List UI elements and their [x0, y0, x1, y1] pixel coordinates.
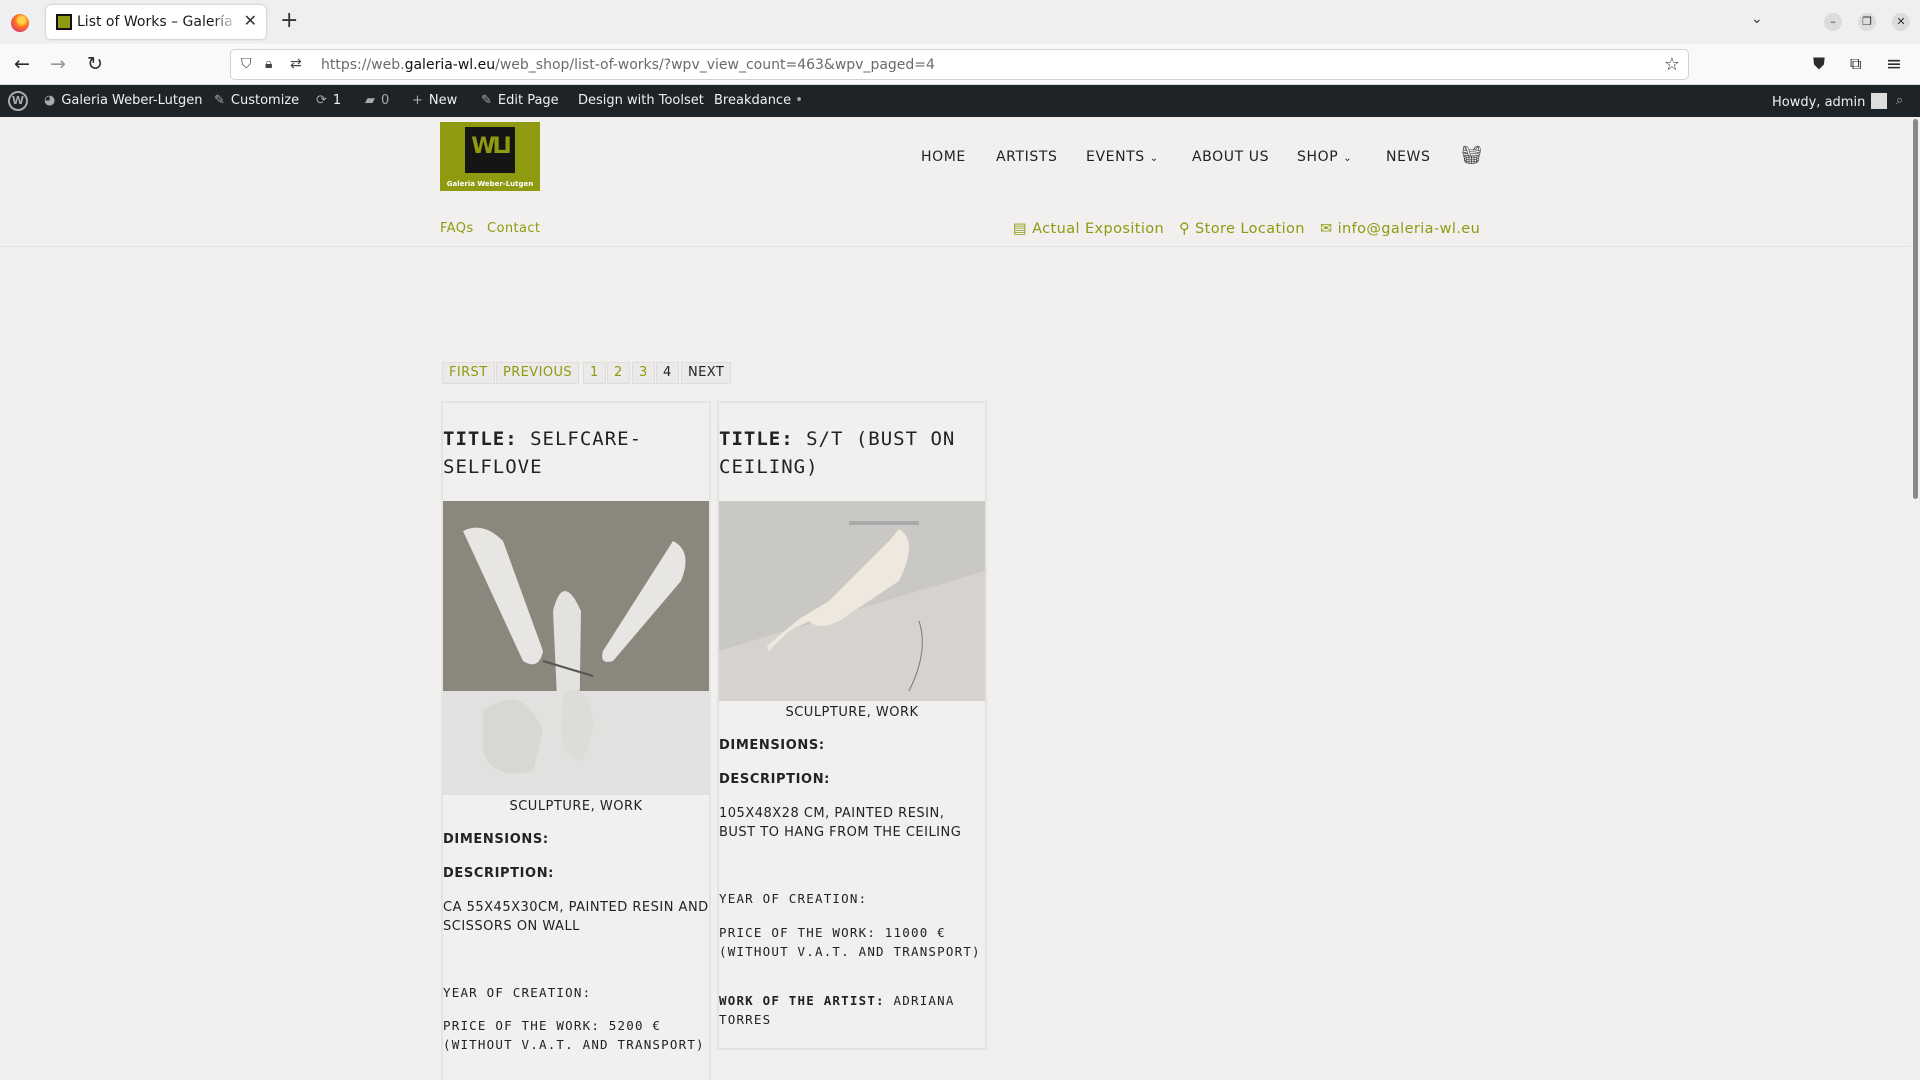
subnav-contact[interactable]: Contact	[487, 221, 540, 236]
restore-icon[interactable]: ❐	[1858, 13, 1876, 31]
work-description: CA 55X45X30CM, PAINTED RESIN AND SCISSOR…	[443, 900, 709, 934]
list-tabs-chevron-icon[interactable]: ⌄	[1751, 11, 1763, 27]
admin-edit-page-link[interactable]: ✎ Edit Page	[481, 93, 559, 108]
comment-icon: ▰	[365, 93, 375, 108]
favicon-icon	[56, 14, 72, 30]
wp-admin-bar: W ◕ Galeria Weber-Lutgen ✎ Customize ⟳ 1 ▰ 0…	[0, 85, 1920, 117]
search-icon[interactable]: ⌕	[1896, 93, 1903, 108]
subnav-actual-exposition[interactable]: ▤ Actual Exposition	[1013, 221, 1164, 237]
nav-events[interactable]: EVENTS ⌄	[1086, 149, 1159, 165]
nav-about-us[interactable]: ABOUT US	[1192, 149, 1269, 165]
work-price: PRICE OF THE WORK: 11000 € (WITHOUT V.A.…	[719, 925, 981, 959]
page-2[interactable]: 2	[607, 362, 630, 384]
work-category: SCULPTURE, WORK	[509, 799, 643, 814]
menu-icon[interactable]: ≡	[1886, 52, 1902, 76]
work-image[interactable]	[443, 501, 709, 795]
admin-site-link[interactable]: ◕ Galeria Weber-Lutgen	[44, 93, 202, 108]
work-price: PRICE OF THE WORK: 5200 € (WITHOUT V.A.T…	[443, 1018, 705, 1052]
back-icon[interactable]: ←	[14, 52, 30, 76]
work-artist: WORK OF THE ARTIST: ADRIANA TORRES	[719, 993, 955, 1027]
minimize-icon[interactable]: –	[1824, 13, 1842, 31]
logo-mark: WLI	[465, 127, 515, 173]
page-previous[interactable]: PREVIOUS	[496, 362, 580, 384]
description-label: DESCRIPTION:	[443, 866, 554, 881]
page-1[interactable]: 1	[583, 362, 606, 384]
forward-icon[interactable]: →	[50, 52, 66, 76]
chevron-down-icon: ⌄	[1343, 153, 1353, 164]
browser-nav-bar: ← → ↻ ⛉ 🔒︎ ⇄ https://web.galeria-wl.eu/w…	[0, 44, 1920, 85]
wordpress-icon[interactable]: W	[8, 91, 28, 111]
shield-icon[interactable]: ⛉	[241, 56, 252, 72]
logo-text: Galeria Weber-Lutgen	[446, 180, 534, 188]
extensions-icon[interactable]: ⧉	[1850, 52, 1861, 76]
tab-title: List of Works – Galería Weber-Lutgen	[77, 14, 237, 30]
updates-icon: ⟳	[316, 93, 327, 108]
work-title: TITLE: SELFCARE-SELFLOVE	[443, 428, 643, 478]
document-icon: ▤	[1013, 221, 1033, 237]
chevron-down-icon: ⌄	[1149, 153, 1159, 164]
cart-icon[interactable]: 🧺︎	[1460, 145, 1483, 166]
nav-home[interactable]: HOME	[921, 149, 966, 165]
year-label: YEAR OF CREATION:	[443, 985, 592, 1000]
nav-news[interactable]: NEWS	[1386, 149, 1430, 165]
mail-icon: ✉	[1320, 221, 1338, 237]
window-close-icon[interactable]: ✕	[1892, 13, 1910, 31]
work-description: 105X48X28 CM, PAINTED RESIN, BUST TO HAN…	[719, 806, 962, 840]
map-pin-icon: ⚲	[1179, 221, 1196, 237]
subnav-store-location[interactable]: ⚲ Store Location	[1179, 221, 1305, 237]
page-first[interactable]: FIRST	[442, 362, 495, 384]
dimensions-label: DIMENSIONS:	[719, 738, 825, 753]
pencil-icon: ✎	[481, 93, 492, 108]
subnav-email[interactable]: ✉ info@galeria-wl.eu	[1320, 221, 1480, 237]
work-category: SCULPTURE, WORK	[785, 705, 919, 720]
page-3[interactable]: 3	[632, 362, 655, 384]
new-tab-icon[interactable]: +	[280, 9, 298, 33]
dashboard-icon: ◕	[44, 93, 56, 108]
close-tab-icon[interactable]: ✕	[244, 11, 257, 30]
site-header: WLI Galeria Weber-Lutgen HOME ARTISTS EV…	[0, 117, 1920, 247]
scrollbar-thumb[interactable]	[1913, 119, 1918, 499]
admin-breakdance-link[interactable]: Breakdance •	[714, 93, 803, 108]
admin-comments-link[interactable]: ▰ 0	[365, 93, 389, 108]
description-label: DESCRIPTION:	[719, 772, 830, 787]
address-bar[interactable]: ⛉ 🔒︎ ⇄ https://web.galeria-wl.eu/web_sho…	[230, 49, 1689, 80]
nav-artists[interactable]: ARTISTS	[996, 149, 1058, 165]
admin-updates-link[interactable]: ⟳ 1	[316, 93, 341, 108]
sculpture-photo	[719, 501, 985, 701]
page-scrollbar[interactable]	[1911, 117, 1920, 1080]
work-card: TITLE: S/T (BUST ON CEILING) SCULPTURE, …	[717, 401, 987, 1050]
work-image[interactable]	[719, 501, 985, 701]
lock-icon[interactable]: 🔒︎	[265, 56, 272, 72]
admin-customize-link[interactable]: ✎ Customize	[214, 93, 299, 108]
nav-shop[interactable]: SHOP ⌄	[1297, 149, 1352, 165]
bookmark-star-icon[interactable]: ☆	[1664, 54, 1680, 75]
reload-icon[interactable]: ↻	[87, 52, 103, 76]
admin-toolset-link[interactable]: Design with Toolset	[578, 93, 704, 108]
page-next[interactable]: NEXT	[681, 362, 732, 384]
work-card: TITLE: SELFCARE-SELFLOVE SCULPTURE, WORK…	[441, 401, 711, 1080]
brush-icon: ✎	[214, 93, 225, 108]
year-label: YEAR OF CREATION:	[719, 891, 868, 906]
admin-account-link[interactable]: Howdy, admin	[1772, 93, 1888, 110]
url-text[interactable]: https://web.galeria-wl.eu/web_shop/list-…	[321, 57, 935, 73]
pocket-icon[interactable]: ⛊	[1813, 52, 1825, 76]
plus-icon: +	[412, 93, 423, 108]
page-4-current: 4	[656, 362, 679, 384]
work-title: TITLE: S/T (BUST ON CEILING)	[719, 428, 956, 478]
browser-tab-strip: List of Works – Galería Weber-Lutgen ✕ +…	[0, 0, 1920, 44]
firefox-icon[interactable]	[11, 14, 29, 32]
subnav-faqs[interactable]: FAQs	[440, 221, 474, 236]
admin-new-link[interactable]: + New	[412, 93, 457, 108]
avatar	[1871, 93, 1888, 109]
dimensions-label: DIMENSIONS:	[443, 832, 549, 847]
browser-tab[interactable]: List of Works – Galería Weber-Lutgen ✕	[46, 5, 266, 39]
sculpture-photo	[443, 501, 709, 795]
permissions-icon[interactable]: ⇄	[290, 56, 302, 72]
site-logo[interactable]: WLI Galeria Weber-Lutgen	[440, 122, 540, 191]
